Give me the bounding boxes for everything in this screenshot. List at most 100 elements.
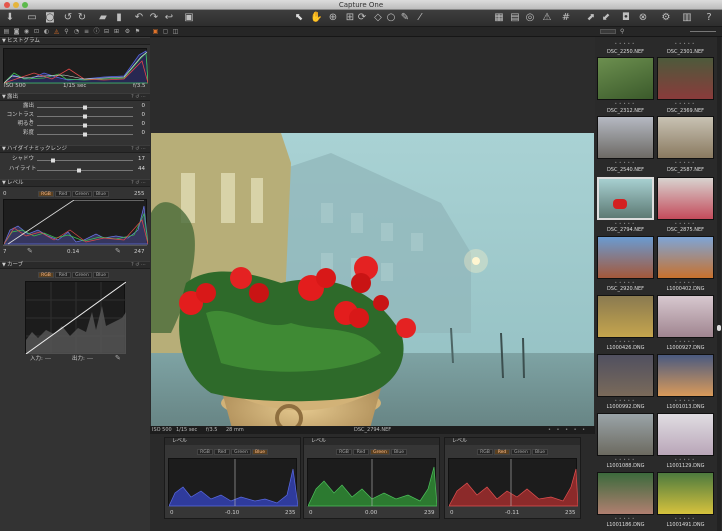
thumb-rating[interactable]: •••••	[597, 221, 654, 226]
capture-icon[interactable]: ▭	[26, 12, 38, 24]
keystone-icon[interactable]: ◇	[372, 12, 384, 24]
rotate-tool-icon[interactable]: ⟳	[356, 12, 368, 24]
saturation-slider[interactable]	[37, 132, 133, 137]
proofing-icon[interactable]: ▤	[509, 12, 521, 24]
highlight-slider[interactable]	[37, 168, 133, 173]
contrast-value[interactable]: 0	[133, 112, 146, 119]
focus-icon[interactable]: ◎	[524, 12, 536, 24]
thumb-rating[interactable]: •••••	[657, 516, 714, 521]
thumb-rating[interactable]: •••••	[597, 101, 654, 106]
capture-tab-icon[interactable]: ◙	[13, 28, 20, 35]
thumbnail-image[interactable]	[657, 472, 714, 515]
green-mid-value[interactable]: 0.00	[365, 510, 377, 517]
thumbnail-image[interactable]	[657, 295, 714, 338]
batch-tab-icon[interactable]: ⊞	[113, 28, 120, 35]
library-tab-icon[interactable]: ▤	[3, 28, 10, 35]
levels-panel-green[interactable]: レベル RGB Red Green Blue 0 0.00 239	[303, 437, 440, 519]
panel-options-icon[interactable]: ? ↺ ⋯	[131, 262, 146, 269]
levels-header[interactable]: ▼ レベル ? ↺ ⋯	[0, 179, 150, 187]
curve-eyedropper-icon[interactable]: ✎	[115, 354, 121, 362]
composition-tab-icon[interactable]: ⊡	[33, 28, 40, 35]
multi-view-icon[interactable]: ▢	[162, 28, 169, 35]
thumbnail-image[interactable]	[597, 116, 654, 159]
levels-panel-header[interactable]: レベル	[304, 438, 439, 445]
thumbnail-image[interactable]	[657, 116, 714, 159]
green-panel-tab-blue[interactable]: Blue	[391, 449, 407, 455]
thumbnail-image[interactable]	[657, 57, 714, 100]
thumb-rating[interactable]: •••••	[657, 160, 714, 165]
apply-adjustments-icon[interactable]: ⬋	[600, 12, 612, 24]
layout-icon[interactable]: ▥	[681, 12, 693, 24]
white-eyedropper-icon[interactable]: ✎	[115, 247, 121, 255]
exposure-value[interactable]: 0	[133, 103, 146, 110]
green-panel-tab-green[interactable]: Green	[370, 449, 390, 455]
color-tab-icon[interactable]: ◬	[53, 28, 60, 35]
compare-view-icon[interactable]: ◫	[172, 28, 179, 35]
picker-icon[interactable]: ✎	[399, 12, 411, 24]
thumbnail-image[interactable]	[657, 177, 714, 220]
red-panel-tab-green[interactable]: Green	[511, 449, 531, 455]
scrollbar-thumb[interactable]	[717, 325, 721, 331]
import-icon[interactable]: ⬇	[4, 12, 16, 24]
settings-gear-icon[interactable]: ⚙	[660, 12, 672, 24]
thumb-rating[interactable]: •••••	[657, 457, 714, 462]
green-left-value[interactable]: 0	[309, 510, 313, 517]
curve-tab-green[interactable]: Green	[72, 272, 92, 278]
single-view-icon[interactable]: ▣	[152, 28, 159, 35]
thumb-rating[interactable]: •••••	[657, 101, 714, 106]
redo-icon[interactable]: ↷	[148, 12, 160, 24]
reset-icon[interactable]: ↩	[163, 12, 175, 24]
thumb-rating[interactable]: •••••	[597, 516, 654, 521]
exposure-slider[interactable]	[37, 105, 133, 110]
highlight-value[interactable]: 44	[133, 166, 145, 173]
levels-bottom-left-value[interactable]: 7	[3, 249, 7, 256]
levels-tab-red[interactable]: Red	[55, 191, 71, 197]
black-eyedropper-icon[interactable]: ✎	[27, 247, 33, 255]
zoom-icon[interactable]: ⊕	[327, 12, 339, 24]
red-right-value[interactable]: 235	[565, 510, 576, 517]
panel-options-icon[interactable]: ? ↺ ⋯	[131, 146, 146, 153]
brightness-slider-handle[interactable]	[83, 123, 87, 128]
thumbnail-image-selected[interactable]	[597, 177, 654, 220]
levels-tab-green[interactable]: Green	[72, 191, 92, 197]
quick-tab-icon[interactable]: ⚑	[134, 28, 141, 35]
exposure-tab-icon[interactable]: ◐	[43, 28, 50, 35]
thumb-rating[interactable]: •••••	[597, 398, 654, 403]
saturation-value[interactable]: 0	[133, 130, 146, 137]
levels-mid-value[interactable]: 0.14	[67, 249, 79, 256]
undo-icon[interactable]: ↶	[133, 12, 145, 24]
saturation-slider-handle[interactable]	[83, 132, 87, 137]
red-panel-tab-red[interactable]: Red	[494, 449, 510, 455]
blue-panel-tab-rgb[interactable]: RGB	[197, 449, 213, 455]
gear-tab-icon[interactable]: ⚙	[124, 28, 131, 35]
shadow-value[interactable]: 17	[133, 156, 145, 163]
thumbnail-image[interactable]	[597, 413, 654, 456]
spot-removal-icon[interactable]: ○	[385, 12, 397, 24]
thumbnail-image[interactable]	[597, 354, 654, 397]
grid-overlay-icon[interactable]: #	[560, 12, 572, 24]
thumbnail-image[interactable]	[597, 472, 654, 515]
contrast-slider-handle[interactable]	[83, 114, 87, 119]
thumb-rating[interactable]: •••••	[597, 41, 654, 46]
thumb-rating[interactable]: •••••	[597, 457, 654, 462]
trash-icon[interactable]: ▮	[113, 12, 125, 24]
crop-icon[interactable]: ⊞	[344, 12, 356, 24]
shadow-slider-handle[interactable]	[51, 158, 56, 163]
curve-tab-red[interactable]: Red	[55, 272, 71, 278]
folder-icon[interactable]: ▰	[97, 12, 109, 24]
curve-header[interactable]: ▼ カーブ ? ↺ ⋯	[0, 261, 150, 269]
brightness-slider[interactable]	[37, 123, 133, 128]
output-tab-icon[interactable]: ⊟	[103, 28, 110, 35]
thumb-rating[interactable]: •••••	[657, 221, 714, 226]
levels-panel-blue[interactable]: レベル RGB Red Green Blue 0 -0.10 235	[164, 437, 301, 519]
levels-top-right-value[interactable]: 255	[134, 191, 145, 198]
contrast-slider[interactable]	[37, 114, 133, 119]
hdr-header[interactable]: ▼ ハイダイナミックレンジ ? ↺ ⋯	[0, 145, 150, 153]
levels-panel-header[interactable]: レベル	[165, 438, 300, 445]
red-panel-tab-blue[interactable]: Blue	[532, 449, 548, 455]
thumbnail-image[interactable]	[657, 236, 714, 279]
thumb-rating[interactable]: •••••	[597, 339, 654, 344]
thumbnail-image[interactable]	[657, 413, 714, 456]
help-icon[interactable]: ?	[703, 12, 715, 24]
levels-top-left-value[interactable]: 0	[3, 191, 7, 198]
